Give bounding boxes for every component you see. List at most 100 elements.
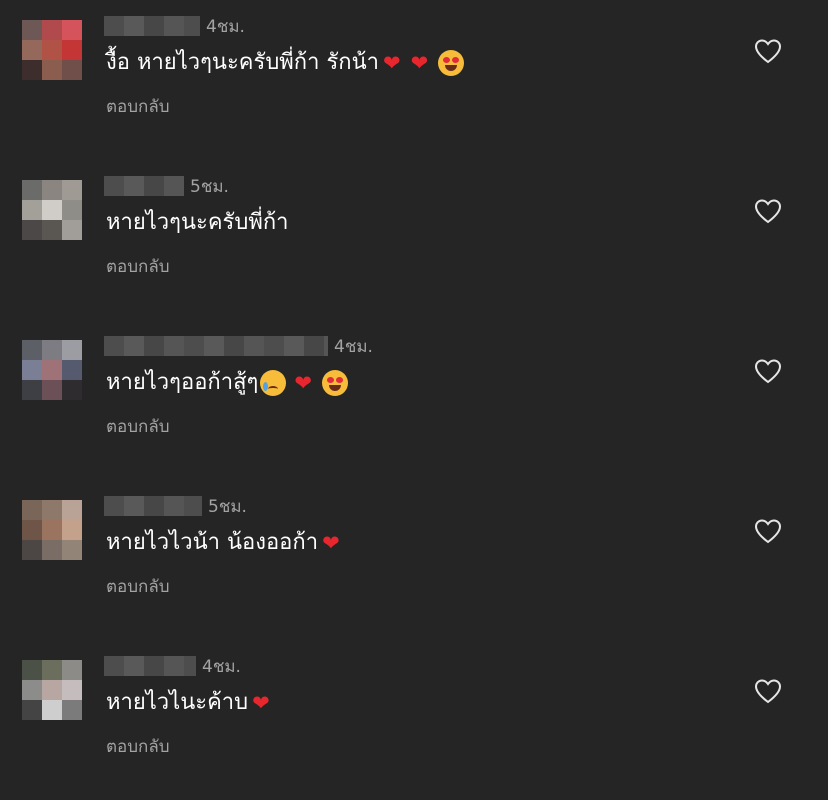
avatar-pixel	[62, 180, 82, 200]
avatar[interactable]	[22, 20, 82, 80]
avatar-pixel	[42, 660, 62, 680]
avatar-pixel	[22, 40, 42, 60]
avatar-pixel	[22, 20, 42, 40]
comment-item: 4ชม. หายไวไนะค้าบ ❤ ตอบกลับ	[0, 640, 828, 800]
comment-text-body: หายไวไวน้า น้องออก้า	[106, 530, 319, 555]
heart-emoji: ❤	[410, 50, 429, 75]
avatar-pixel	[42, 180, 62, 200]
heart-emoji: ❤	[294, 370, 312, 395]
username-redacted[interactable]	[104, 176, 184, 196]
avatar-pixel	[22, 360, 42, 380]
heart-outline-icon	[754, 199, 782, 224]
avatar-pixel	[62, 500, 82, 520]
avatar-pixel	[62, 40, 82, 60]
avatar-pixel	[22, 500, 42, 520]
avatar-pixel	[62, 20, 82, 40]
comment-text: หายไวๆนะครับพี่ก้า	[106, 206, 289, 240]
comment-text: หายไวๆออก้าสู้ๆ ❤	[106, 366, 348, 400]
comment-text: หายไวไวน้า น้องออก้า ❤	[106, 526, 340, 560]
avatar-pixel	[42, 360, 62, 380]
avatar-pixel	[62, 680, 82, 700]
avatar-pixel	[22, 540, 42, 560]
username-redacted[interactable]	[104, 656, 196, 676]
avatar-pixel	[22, 340, 42, 360]
comment-text-body: งื้อ หายไวๆนะครับพี่ก้า รักน้า	[106, 50, 379, 75]
like-button[interactable]	[754, 38, 782, 64]
avatar-pixel	[22, 520, 42, 540]
avatar-pixel	[62, 540, 82, 560]
avatar-pixel	[42, 500, 62, 520]
heart-emoji: ❤	[382, 50, 401, 75]
avatar-pixel	[62, 660, 82, 680]
avatar-pixel	[42, 680, 62, 700]
comment-text-body: หายไวๆนะครับพี่ก้า	[106, 210, 289, 235]
username-redacted[interactable]	[104, 336, 328, 356]
comment-item: 5ชม. หายไวๆนะครับพี่ก้า ตอบกลับ	[0, 160, 828, 320]
heart-emoji: ❤	[322, 530, 340, 555]
like-button[interactable]	[754, 358, 782, 384]
username-redacted[interactable]	[104, 496, 202, 516]
avatar-pixel	[42, 340, 62, 360]
avatar-pixel	[62, 520, 82, 540]
avatar[interactable]	[22, 660, 82, 720]
reply-button[interactable]: ตอบกลับ	[106, 93, 170, 120]
comment-text-body: หายไวไนะค้าบ	[106, 690, 249, 715]
avatar-pixel	[42, 520, 62, 540]
avatar-pixel	[62, 200, 82, 220]
comment-text: งื้อ หายไวๆนะครับพี่ก้า รักน้า ❤ ❤	[106, 46, 465, 80]
avatar[interactable]	[22, 500, 82, 560]
heart-outline-icon	[754, 39, 782, 64]
reply-button[interactable]: ตอบกลับ	[106, 573, 170, 600]
avatar-pixel	[22, 200, 42, 220]
reply-button[interactable]: ตอบกลับ	[106, 253, 170, 280]
avatar-pixel	[42, 20, 62, 40]
comment-header: 5ชม.	[104, 174, 229, 198]
avatar-pixel	[42, 60, 62, 80]
comment-time: 5ชม.	[190, 176, 229, 197]
avatar[interactable]	[22, 180, 82, 240]
comment-header: 4ชม.	[104, 14, 245, 38]
reply-button[interactable]: ตอบกลับ	[106, 413, 170, 440]
avatar-pixel	[42, 200, 62, 220]
avatar-pixel	[62, 220, 82, 240]
comment-item: 4ชม. งื้อ หายไวๆนะครับพี่ก้า รักน้า ❤ ❤ ตอ…	[0, 0, 828, 160]
avatar-pixel	[62, 380, 82, 400]
avatar-pixel	[42, 700, 62, 720]
comment-item: 5ชม. หายไวไวน้า น้องออก้า ❤ ตอบกลับ	[0, 480, 828, 640]
reply-button[interactable]: ตอบกลับ	[106, 733, 170, 760]
comment-time: 4ชม.	[334, 336, 373, 357]
avatar-pixel	[42, 380, 62, 400]
comment-text: หายไวไนะค้าบ ❤	[106, 686, 270, 720]
heart-outline-icon	[754, 519, 782, 544]
like-button[interactable]	[754, 198, 782, 224]
heart-outline-icon	[754, 679, 782, 704]
comment-time: 5ชม.	[208, 496, 247, 517]
heart-emoji: ❤	[252, 690, 270, 715]
avatar-pixel	[42, 40, 62, 60]
comment-header: 4ชม.	[104, 334, 373, 358]
avatar-pixel	[62, 340, 82, 360]
like-button[interactable]	[754, 678, 782, 704]
avatar-pixel	[22, 700, 42, 720]
avatar-pixel	[22, 680, 42, 700]
avatar-pixel	[62, 700, 82, 720]
avatar-pixel	[62, 60, 82, 80]
crying-face-emoji	[260, 370, 287, 396]
avatar-pixel	[22, 220, 42, 240]
avatar-pixel	[22, 60, 42, 80]
heart-eyes-emoji	[321, 370, 348, 396]
comment-text-body: หายไวๆออก้าสู้ๆ	[106, 370, 259, 395]
avatar-pixel	[22, 180, 42, 200]
like-button[interactable]	[754, 518, 782, 544]
username-redacted[interactable]	[104, 16, 200, 36]
heart-outline-icon	[754, 359, 782, 384]
avatar-pixel	[42, 540, 62, 560]
avatar-pixel	[42, 220, 62, 240]
comment-header: 4ชม.	[104, 654, 241, 678]
heart-eyes-emoji	[438, 50, 465, 76]
avatar-pixel	[22, 660, 42, 680]
comment-time: 4ชม.	[206, 16, 245, 37]
comment-item: 4ชม. หายไวๆออก้าสู้ๆ ❤ ตอบกลับ	[0, 320, 828, 480]
avatar-pixel	[22, 380, 42, 400]
avatar[interactable]	[22, 340, 82, 400]
